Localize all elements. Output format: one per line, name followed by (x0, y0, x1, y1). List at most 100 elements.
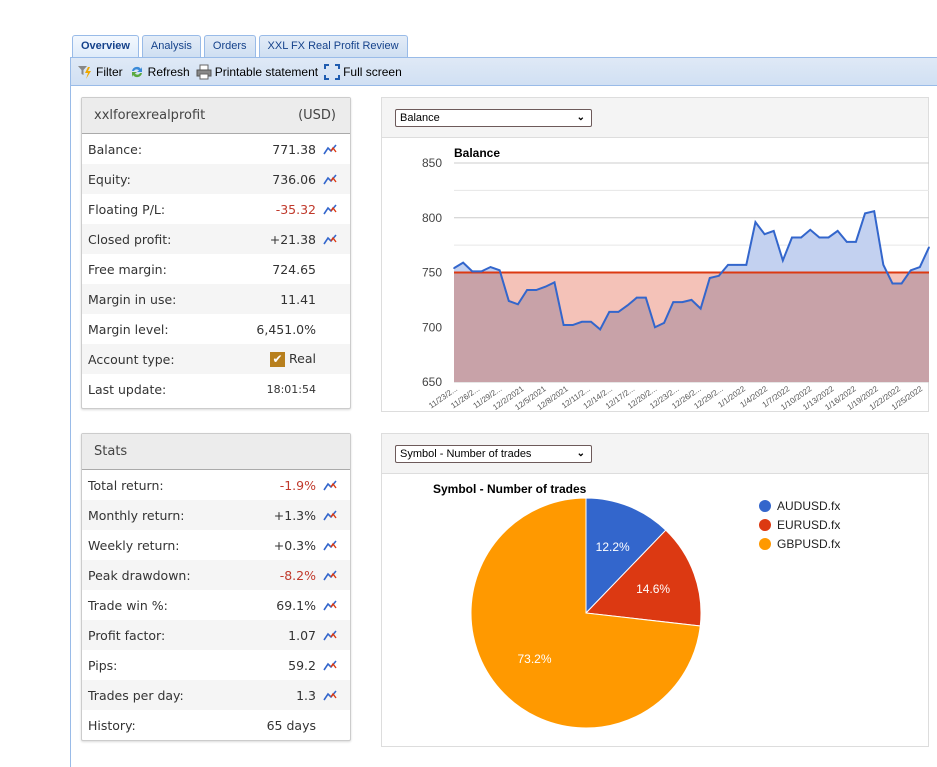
balance-point (745, 264, 748, 266)
account-currency: (USD) (298, 108, 336, 123)
balance-point (782, 259, 784, 262)
tab-orders[interactable]: Orders (203, 35, 256, 57)
balance-point (553, 281, 556, 284)
row-label: Pips: (88, 657, 118, 673)
tab-review[interactable]: XXL FX Real Profit Review (258, 35, 408, 57)
chart-trend-icon[interactable] (316, 479, 344, 491)
stats-rows: Total return: -1.9% Monthly return: +1.3% We… (82, 470, 350, 740)
printer-icon (196, 64, 212, 80)
chart-trend-icon[interactable] (316, 569, 344, 581)
balance-point (517, 303, 519, 306)
pie-legend: AUDUSD.fx EURUSD.fx GBPUSD.fx (759, 496, 840, 553)
balance-point (681, 301, 684, 303)
balance-point (608, 311, 611, 313)
pie-slice-label: 12.2% (596, 540, 630, 554)
chevron-down-icon: ⌄ (576, 112, 585, 123)
stats-row: Profit factor: 1.07 (82, 620, 350, 650)
chart-trend-icon[interactable] (316, 599, 344, 611)
account-panel: xxlforexrealprofit (USD) Balance: 771.38 E… (81, 97, 351, 409)
tab-overview[interactable]: Overview (72, 35, 139, 58)
legend-label: GBPUSD.fx (777, 536, 841, 551)
legend-dot-gbpusd (759, 537, 771, 550)
account-name: xxlforexrealprofit (94, 108, 206, 123)
chart-type-select[interactable]: Balance ⌄ (395, 109, 592, 127)
chart-trend-icon[interactable] (316, 203, 344, 215)
chart-trend-icon[interactable] (316, 659, 344, 671)
legend-item: EURUSD.fx (759, 515, 840, 534)
filter-icon (77, 64, 93, 80)
print-button[interactable]: Printable statement (196, 64, 318, 80)
balance-point (480, 270, 483, 273)
row-label: Total return: (88, 477, 164, 493)
row-label: Trades per day: (88, 687, 184, 703)
row-label: Closed profit: (88, 231, 172, 247)
legend-item: GBPUSD.fx (759, 534, 840, 553)
pie-title: Symbol - Number of trades (433, 482, 587, 496)
pie-chart: Symbol - Number of trades 12.2% 14.6% 73.2% (433, 482, 702, 729)
balance-point (845, 241, 848, 243)
refresh-icon (129, 64, 145, 80)
row-label: Last update: (88, 381, 167, 397)
balance-point (809, 228, 812, 231)
balance-point (699, 307, 702, 310)
row-label: History: (88, 717, 136, 733)
pie-type-select[interactable]: Symbol - Number of trades ⌄ (395, 445, 592, 463)
account-row: Free margin: 724.65 (82, 254, 350, 284)
refresh-button[interactable]: Refresh (129, 64, 190, 80)
balance-point (617, 311, 620, 313)
balance-point (672, 301, 675, 303)
chart-trend-icon[interactable] (316, 143, 344, 155)
balance-point (754, 221, 757, 223)
row-value: 1.3 (296, 687, 316, 703)
fullscreen-label: Full screen (343, 64, 402, 79)
balance-point (909, 269, 912, 272)
balance-point (663, 322, 665, 324)
balance-point (928, 246, 930, 249)
stats-row: Total return: -1.9% (82, 470, 350, 500)
pie-type-value: Symbol - Number of trades (400, 448, 532, 460)
chart-trend-icon[interactable] (316, 509, 344, 521)
balance-point (736, 264, 738, 266)
filter-button[interactable]: Filter (77, 64, 123, 80)
frame-border (70, 57, 71, 767)
tab-analysis[interactable]: Analysis (141, 35, 201, 57)
stats-row: Trades per day: 1.3 (82, 680, 350, 710)
account-row: Closed profit: +21.38 (82, 224, 350, 254)
refresh-label: Refresh (147, 64, 190, 79)
chart-trend-icon[interactable] (316, 173, 344, 185)
balance-point (526, 289, 528, 291)
balance-point (645, 296, 647, 299)
account-row: Equity: 736.06 (82, 164, 350, 194)
print-label: Printable statement (214, 64, 319, 79)
account-row: Last update: 18:01:54 (82, 374, 350, 404)
row-value: 65 days (266, 717, 316, 733)
legend-item: AUDUSD.fx (759, 496, 840, 515)
tab-bar: Overview Analysis Orders XXL FX Real Pro… (72, 35, 408, 58)
chart-trend-icon[interactable] (316, 689, 344, 701)
fullscreen-button[interactable]: Full screen (324, 63, 402, 80)
y-tick-label: 700 (422, 320, 442, 334)
balance-point (654, 326, 656, 329)
balance-point (626, 304, 629, 307)
balance-point (635, 296, 638, 299)
chart-type-value: Balance (400, 112, 440, 124)
balance-point (800, 236, 802, 239)
row-value: 69.1% (276, 597, 316, 613)
chart-trend-icon[interactable] (316, 629, 344, 641)
row-value: 724.65 (272, 261, 316, 277)
legend-label: AUDUSD.fx (777, 498, 841, 513)
account-row: Margin level: 6,451.0% (82, 314, 350, 344)
pie-chart-panel: Symbol - Number of trades ⌄ Symbol - Num… (381, 433, 929, 747)
balance-point (882, 264, 885, 266)
balance-point (535, 289, 538, 291)
chart-trend-icon[interactable] (316, 233, 344, 245)
row-value: +21.38 (269, 231, 316, 247)
account-row: Balance: 771.38 (82, 134, 350, 164)
chart-trend-icon[interactable] (316, 539, 344, 551)
balance-point (508, 300, 510, 302)
row-label: Account type: (88, 351, 175, 367)
balance-point (727, 264, 729, 266)
account-row: Account type: ✔ Real (82, 344, 350, 374)
stats-row: Monthly return: +1.3% (82, 500, 350, 530)
row-value: 6,451.0% (256, 321, 316, 337)
